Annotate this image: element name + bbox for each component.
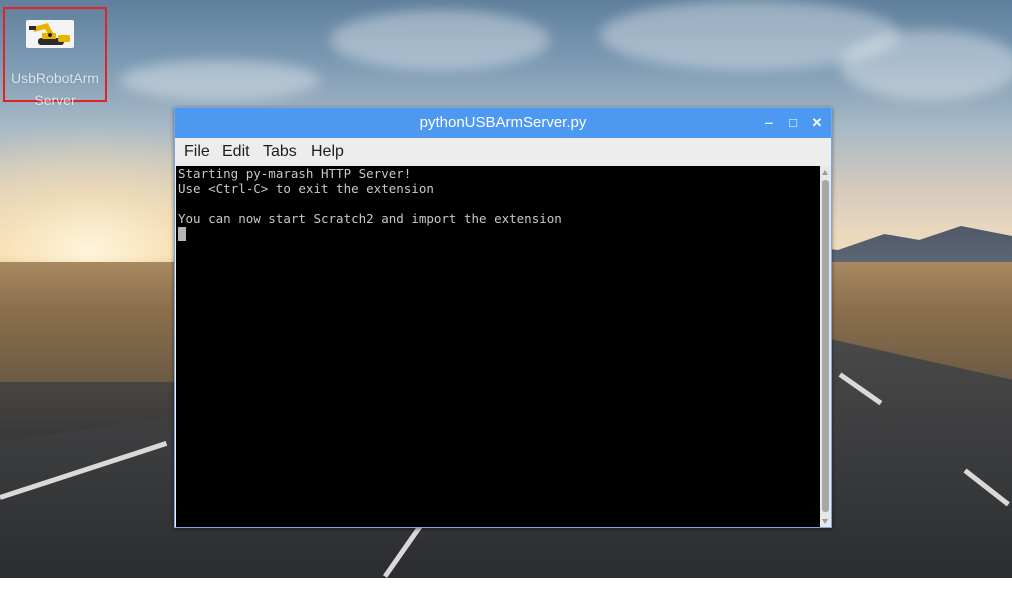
- window-title: pythonUSBArmServer.py: [419, 114, 587, 131]
- menu-help[interactable]: Help: [311, 138, 344, 166]
- maximize-button[interactable]: □: [785, 115, 801, 131]
- cloud: [840, 30, 1012, 100]
- terminal-window[interactable]: pythonUSBArmServer.py ‒ □ ✕ File Edit Ta…: [174, 107, 832, 528]
- terminal-line: Use <Ctrl-C> to exit the extension: [178, 181, 434, 196]
- menu-file[interactable]: File: [184, 138, 210, 166]
- minimize-button[interactable]: ‒: [761, 115, 777, 131]
- cloud: [120, 60, 320, 100]
- terminal-line: You can now start Scratch2 and import th…: [178, 211, 562, 226]
- scroll-thumb[interactable]: [822, 180, 829, 512]
- cloud: [330, 10, 550, 70]
- vertical-scrollbar[interactable]: [820, 166, 831, 527]
- desktop-icon-label: UsbRobotArm Server: [11, 70, 99, 108]
- terminal-line: Starting py-marash HTTP Server!: [178, 166, 412, 181]
- menu-tabs[interactable]: Tabs: [263, 138, 297, 166]
- robot-arm-icon: [26, 20, 74, 48]
- close-button[interactable]: ✕: [809, 115, 825, 131]
- menu-edit[interactable]: Edit: [222, 138, 250, 166]
- text-cursor: [178, 227, 186, 241]
- menu-bar: File Edit Tabs Help: [175, 138, 831, 166]
- scroll-up-arrow-icon[interactable]: [822, 170, 828, 175]
- window-titlebar[interactable]: pythonUSBArmServer.py ‒ □ ✕: [175, 108, 831, 138]
- desktop-shortcut-usbrobotarm[interactable]: UsbRobotArm Server: [3, 7, 107, 108]
- scroll-down-arrow-icon[interactable]: [822, 519, 828, 524]
- terminal-output[interactable]: Starting py-marash HTTP Server! Use <Ctr…: [176, 166, 820, 527]
